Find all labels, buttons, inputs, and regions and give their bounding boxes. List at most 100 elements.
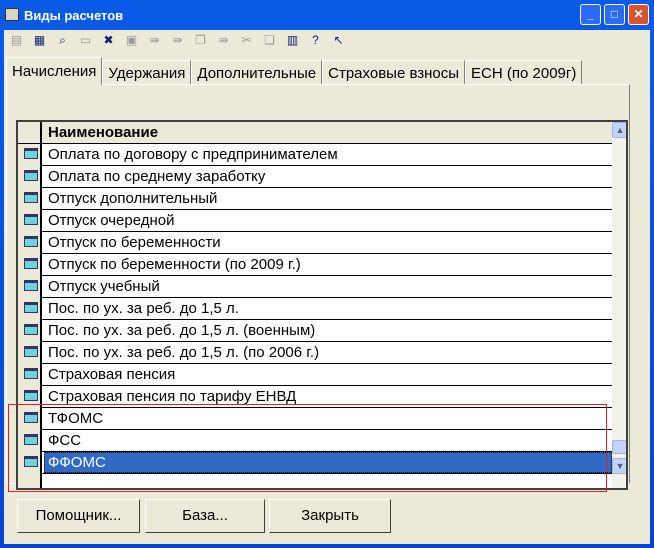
row-selector bbox=[18, 144, 42, 166]
row-selector bbox=[18, 386, 42, 408]
maximize-button[interactable]: □ bbox=[604, 4, 625, 25]
table-row[interactable]: Пос. по ух. за реб. до 1,5 л. bbox=[18, 298, 612, 320]
move-icon[interactable]: ⇛ bbox=[146, 32, 163, 49]
row-selector bbox=[18, 452, 42, 474]
row-selector bbox=[18, 320, 42, 342]
row-selector bbox=[18, 188, 42, 210]
table-row[interactable]: Страховая пенсия bbox=[18, 364, 612, 386]
row-name: Оплата по договору с предпринимателем bbox=[48, 146, 338, 163]
row-selector bbox=[18, 276, 42, 298]
window: Виды расчетов _ □ ✕ ▤ ▦ ⌕ ▭ ✖ ▣ ⇛ ⇛ ❐ ⇛ ✂ ❏ ▥? ↖ Начи… bbox=[0, 0, 654, 548]
table-row[interactable]: Отпуск по беременности bbox=[18, 232, 612, 254]
window-title: Виды расчетов bbox=[24, 8, 124, 23]
folder-icon bbox=[24, 236, 38, 247]
folder-icon bbox=[24, 214, 38, 225]
folder-icon bbox=[24, 148, 38, 159]
row-selector bbox=[18, 408, 42, 430]
row-name: Оплата по среднему заработку bbox=[48, 168, 266, 185]
group-icon[interactable]: ❐ bbox=[192, 32, 209, 49]
row-name: Отпуск по беременности (по 2009 г.) bbox=[48, 256, 301, 273]
row-selector bbox=[18, 166, 42, 188]
folder-icon bbox=[24, 434, 38, 445]
table-row[interactable]: Оплата по договору с предпринимателем bbox=[18, 144, 612, 166]
folder-icon bbox=[24, 368, 38, 379]
row-name: Отпуск дополнительный bbox=[48, 190, 218, 207]
table-row[interactable]: Отпуск по беременности (по 2009 г.) bbox=[18, 254, 612, 276]
row-selector bbox=[18, 298, 42, 320]
tab-strip: Начисления Удержания Дополнительные Страхов… bbox=[6, 57, 583, 85]
table-row[interactable]: ФСС bbox=[18, 430, 612, 452]
table-row[interactable]: ФФОМС bbox=[18, 452, 612, 474]
paste-icon[interactable]: ❏ bbox=[261, 32, 278, 49]
folder-icon bbox=[24, 390, 38, 401]
row-selector bbox=[18, 210, 42, 232]
table-row[interactable]: Оплата по среднему заработку bbox=[18, 166, 612, 188]
tab-0[interactable]: Начисления bbox=[6, 57, 103, 85]
folder-icon bbox=[24, 258, 38, 269]
find-icon[interactable]: ⌕ bbox=[54, 32, 71, 49]
close-window-button[interactable]: ✕ bbox=[628, 4, 649, 25]
print-icon[interactable]: ▥ bbox=[284, 32, 301, 49]
move-group-icon[interactable]: ⇛ bbox=[169, 32, 186, 49]
table-row[interactable]: Страховая пенсия по тарифу ЕНВД bbox=[18, 386, 612, 408]
unlink-icon[interactable]: ✂ bbox=[238, 32, 255, 49]
row-name: Пос. по ух. за реб. до 1,5 л. (военным) bbox=[48, 322, 316, 339]
base-button[interactable]: База... bbox=[145, 499, 265, 533]
list-grid: Наименование Оплата по договору с предпр… bbox=[16, 120, 628, 490]
row-selector bbox=[18, 232, 42, 254]
table-row[interactable]: Отпуск очередной bbox=[18, 210, 612, 232]
scroll-thumb[interactable] bbox=[612, 440, 626, 454]
header-corner bbox=[18, 122, 42, 144]
row-name: ФСС bbox=[48, 432, 82, 449]
row-selector bbox=[18, 430, 42, 452]
scroll-down-button[interactable]: ▼ bbox=[612, 458, 626, 474]
row-selector bbox=[18, 254, 42, 276]
folder-icon bbox=[24, 280, 38, 291]
column-header-name[interactable]: Наименование bbox=[48, 124, 158, 141]
scroll-up-button[interactable]: ▲ bbox=[612, 122, 626, 138]
table-row[interactable]: Отпуск учебный bbox=[18, 276, 612, 298]
folder-icon bbox=[24, 302, 38, 313]
tab-2[interactable]: Дополнительные bbox=[191, 60, 323, 84]
row-selector bbox=[18, 474, 42, 488]
empty-row bbox=[18, 474, 612, 488]
title-bar[interactable]: Виды расчетов _ □ ✕ bbox=[0, 0, 654, 30]
help-icon[interactable]: ? bbox=[307, 32, 324, 49]
vertical-scrollbar[interactable]: ▲ ▼ bbox=[612, 122, 626, 488]
tab-3[interactable]: Страховые взносы bbox=[322, 60, 466, 84]
tab-1[interactable]: Удержания bbox=[102, 60, 192, 84]
delete-icon[interactable]: ✖ bbox=[100, 32, 117, 49]
row-name: Пос. по ух. за реб. до 1,5 л. (по 2006 г… bbox=[48, 344, 320, 361]
copy-icon[interactable]: ▣ bbox=[123, 32, 140, 49]
whats-this-icon[interactable]: ↖ bbox=[330, 32, 347, 49]
app-icon bbox=[5, 8, 19, 21]
close-button[interactable]: Закрыть bbox=[269, 499, 391, 533]
new-icon[interactable]: ▤ bbox=[8, 32, 25, 49]
folder-icon bbox=[24, 346, 38, 357]
row-name: Страховая пенсия bbox=[48, 366, 176, 383]
selection-highlight bbox=[44, 452, 612, 473]
row-name: Страховая пенсия по тарифу ЕНВД bbox=[48, 388, 297, 405]
helper-button[interactable]: Помощник... bbox=[17, 499, 140, 533]
toolbar: ▤ ▦ ⌕ ▭ ✖ ▣ ⇛ ⇛ ❐ ⇛ ✂ ❏ ▥? ↖ bbox=[8, 32, 347, 52]
folder-icon bbox=[24, 456, 38, 467]
folder-icon bbox=[24, 324, 38, 335]
client-area: ▤ ▦ ⌕ ▭ ✖ ▣ ⇛ ⇛ ❐ ⇛ ✂ ❏ ▥? ↖ Начисления Удержания Допол… bbox=[4, 30, 650, 544]
move-to-icon[interactable]: ⇛ bbox=[215, 32, 232, 49]
row-name: ФФОМС bbox=[48, 454, 106, 471]
row-selector bbox=[18, 342, 42, 364]
tab-4[interactable]: ЕСН (по 2009г) bbox=[465, 60, 583, 84]
row-selector bbox=[18, 364, 42, 386]
folder-icon bbox=[24, 170, 38, 181]
table-row[interactable]: Пос. по ух. за реб. до 1,5 л. (по 2006 г… bbox=[18, 342, 612, 364]
table-row[interactable]: ТФОМС bbox=[18, 408, 612, 430]
minimize-button[interactable]: _ bbox=[580, 4, 601, 25]
table-row[interactable]: Отпуск дополнительный bbox=[18, 188, 612, 210]
add-icon[interactable]: ▭ bbox=[77, 32, 94, 49]
folder-icon bbox=[24, 192, 38, 203]
row-name: ТФОМС bbox=[48, 410, 104, 427]
row-name: Отпуск очередной bbox=[48, 212, 175, 229]
edit-icon[interactable]: ▦ bbox=[31, 32, 48, 49]
folder-icon bbox=[24, 412, 38, 423]
table-row[interactable]: Пос. по ух. за реб. до 1,5 л. (военным) bbox=[18, 320, 612, 342]
